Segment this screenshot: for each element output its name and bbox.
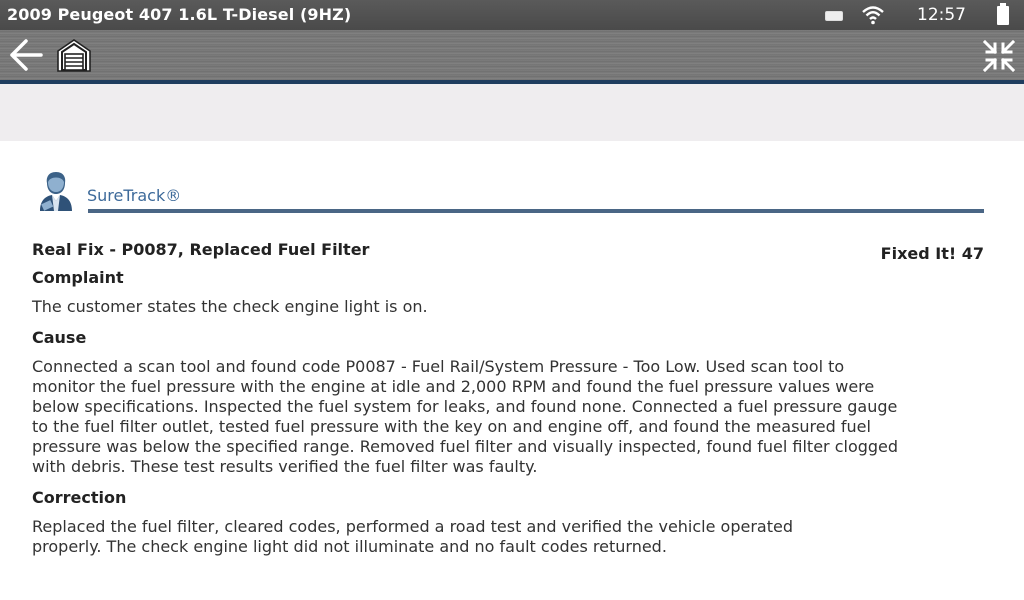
brand-divider [88, 209, 984, 213]
cause-line: to the fuel filter outlet, tested fuel p… [32, 417, 871, 436]
suretrack-brand: SureTrack® [87, 186, 182, 205]
home-garage-icon[interactable] [56, 37, 92, 73]
collapse-icon[interactable] [982, 39, 1016, 73]
wifi-icon [862, 6, 884, 25]
cause-line: below specifications. Inspected the fuel… [32, 397, 898, 416]
correction-heading: Correction [32, 488, 127, 507]
correction-text: Replaced the fuel filter, cleared codes,… [32, 517, 793, 557]
cause-heading: Cause [32, 328, 87, 347]
cause-line: with debris. These test results verified… [32, 457, 538, 476]
vehicle-title: 2009 Peugeot 407 1.6L T-Diesel (9HZ) [7, 5, 352, 24]
correction-line: properly. The check engine light did not… [32, 537, 667, 556]
complaint-heading: Complaint [32, 268, 124, 287]
battery-saver-icon [825, 11, 843, 21]
clock: 12:57 [917, 5, 966, 25]
back-arrow-icon[interactable] [8, 38, 44, 72]
correction-line: Replaced the fuel filter, cleared codes,… [32, 517, 793, 536]
sub-header-band [0, 84, 1024, 141]
cause-line: Connected a scan tool and found code P00… [32, 357, 845, 376]
complaint-text: The customer states the check engine lig… [32, 297, 428, 316]
cause-text: Connected a scan tool and found code P00… [32, 357, 898, 477]
cause-line: pressure was below the specified range. … [32, 437, 899, 456]
cause-line: monitor the fuel pressure with the engin… [32, 377, 875, 396]
fixed-it-count: Fixed It! 47 [880, 244, 984, 263]
battery-icon [997, 3, 1009, 25]
real-fix-title: Real Fix - P0087, Replaced Fuel Filter [32, 240, 370, 259]
technician-avatar-icon [40, 172, 72, 211]
toolbar [0, 30, 1024, 80]
status-bar: 2009 Peugeot 407 1.6L T-Diesel (9HZ) 12:… [0, 0, 1024, 30]
